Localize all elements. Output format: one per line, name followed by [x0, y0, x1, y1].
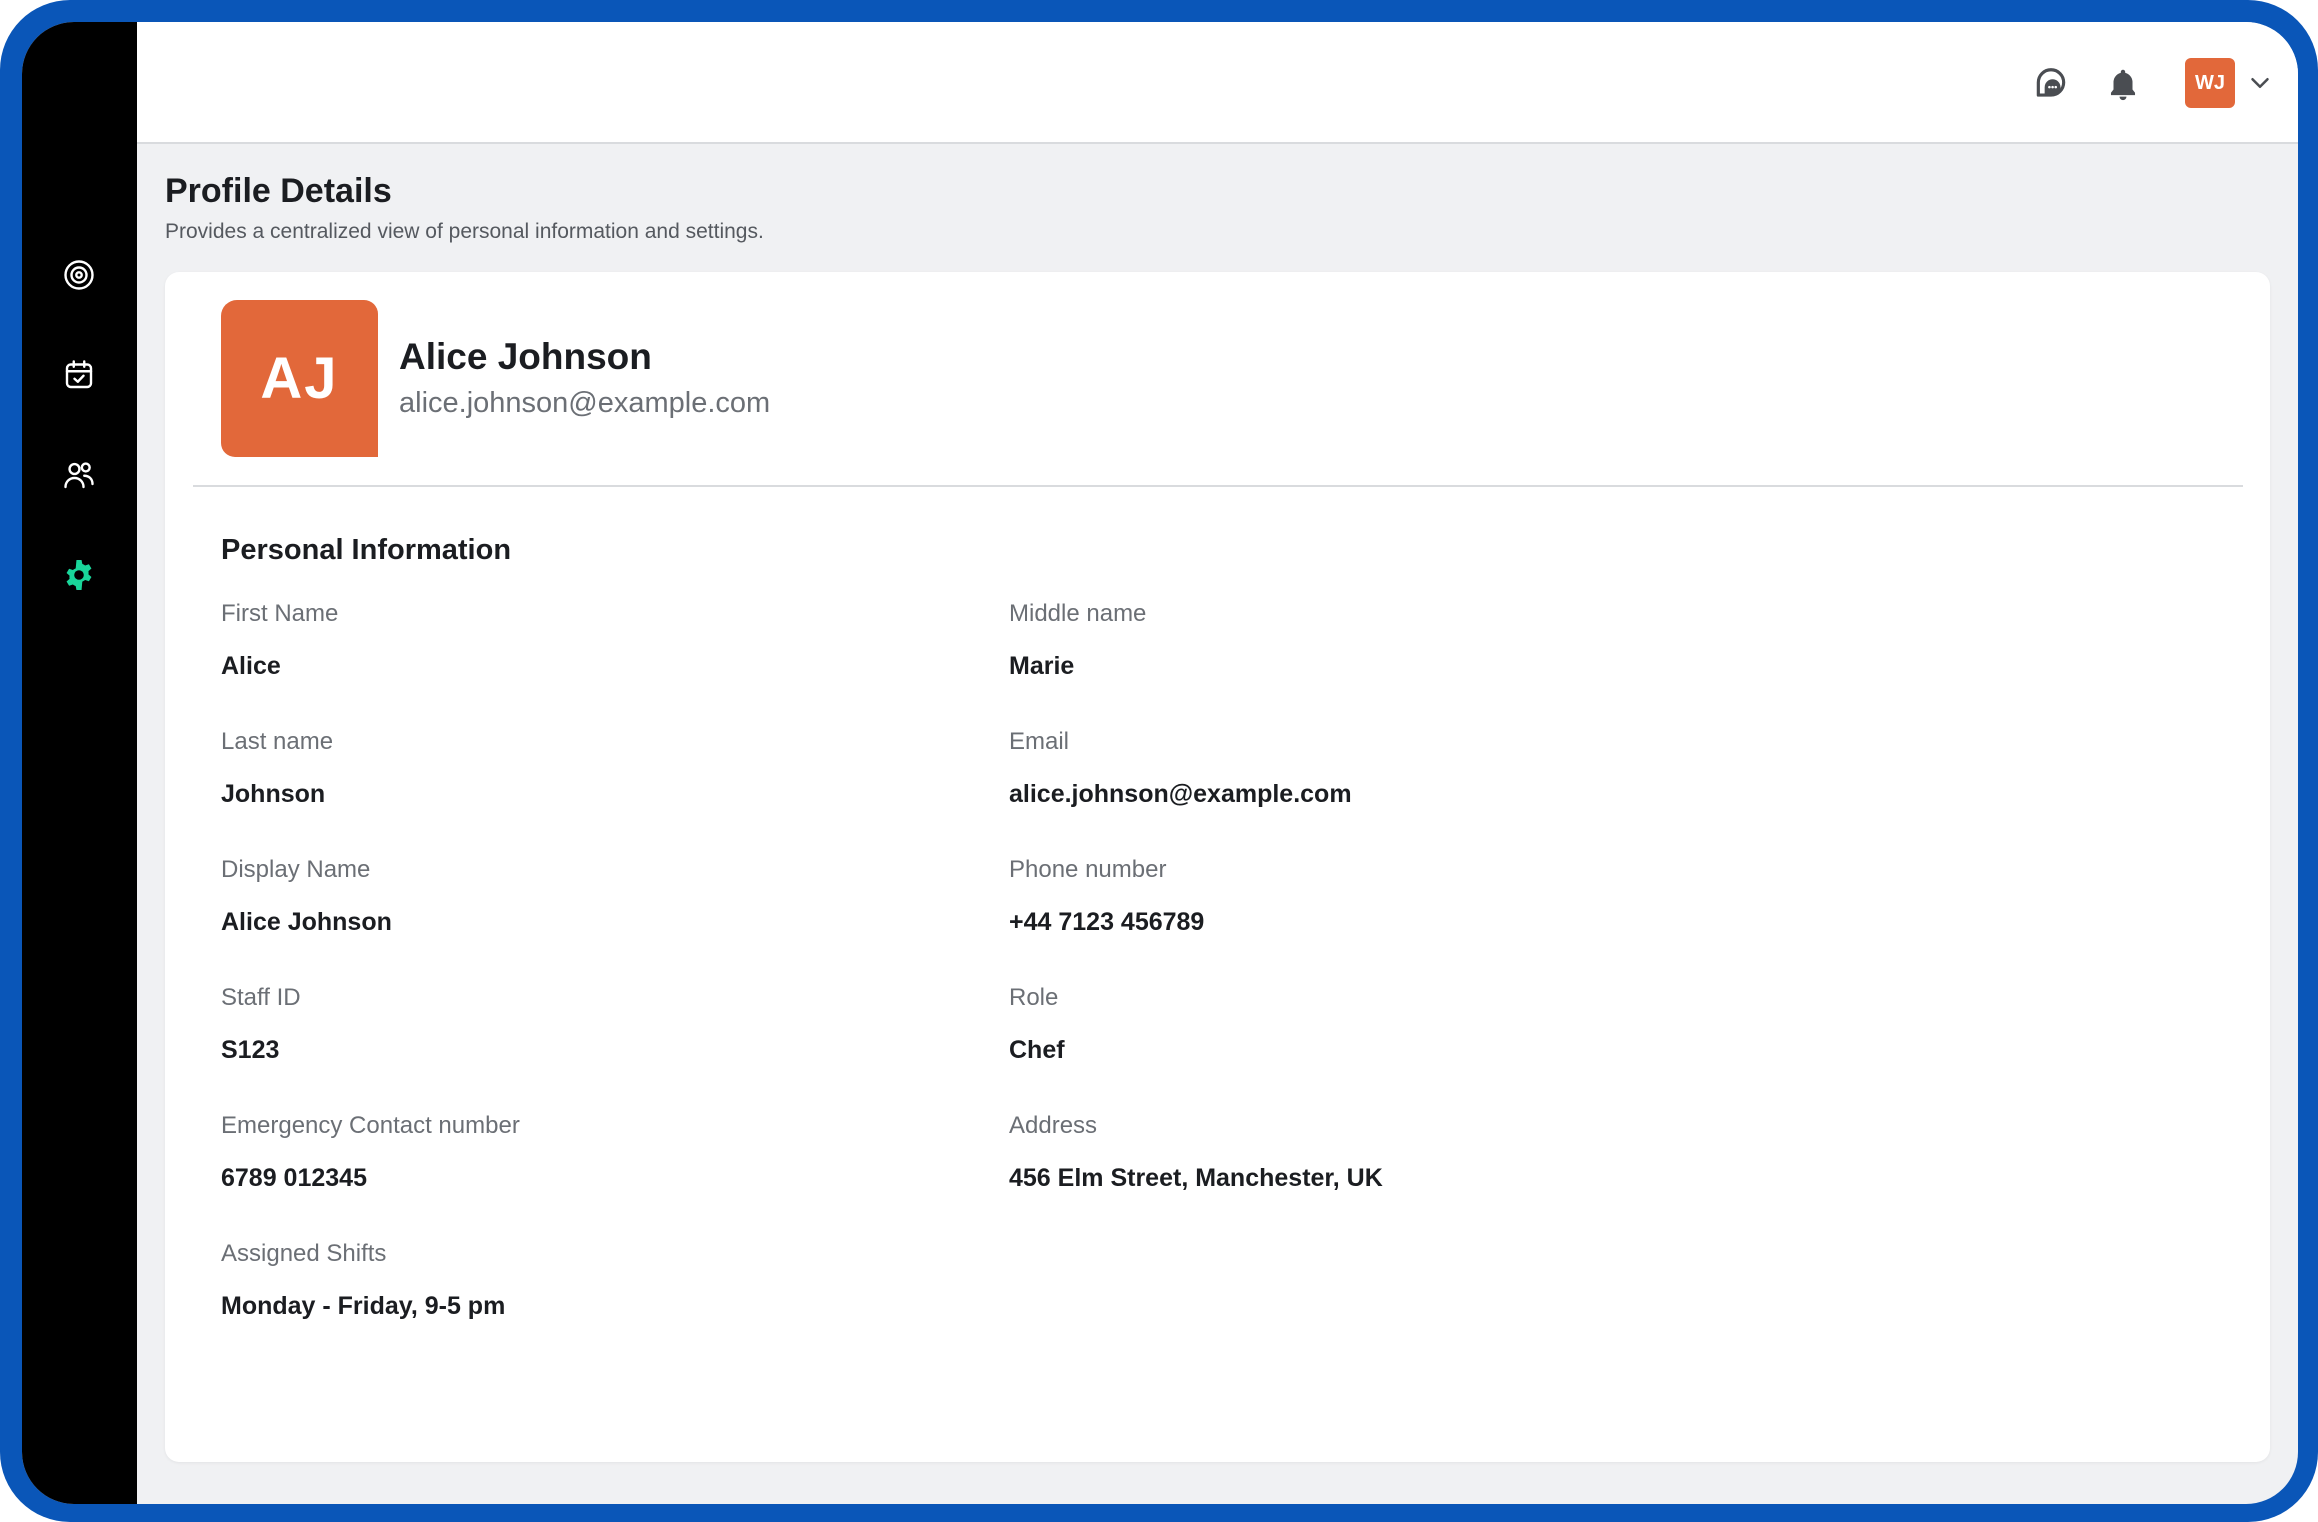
- page-subtitle: Provides a centralized view of personal …: [165, 220, 764, 243]
- app-screen: WJ Profile Details Provides a centralize…: [22, 22, 2298, 1504]
- gear-icon: [66, 560, 92, 590]
- profile-avatar: AJ: [221, 300, 378, 457]
- field-label: First Name: [221, 600, 339, 627]
- sidebar-item-calendar[interactable]: [56, 352, 102, 398]
- profile-name: Alice Johnson: [399, 336, 652, 377]
- field-emergency-contact: Emergency Contact number 6789 012345: [221, 1112, 520, 1193]
- field-middle-name: Middle name Marie: [1009, 600, 1146, 681]
- page-title: Profile Details: [165, 172, 392, 210]
- device-frame: WJ Profile Details Provides a centralize…: [0, 0, 2318, 1522]
- sidebar: [22, 22, 137, 1504]
- chevron-down-icon[interactable]: [2245, 68, 2275, 98]
- sidebar-item-settings[interactable]: [56, 552, 102, 598]
- profile-email: alice.johnson@example.com: [399, 387, 771, 419]
- field-value: Marie: [1009, 652, 1075, 680]
- field-label: Staff ID: [221, 984, 301, 1011]
- field-value: Johnson: [221, 780, 326, 808]
- calendar-check-icon: [65, 360, 93, 389]
- top-bar: WJ: [137, 22, 2298, 144]
- field-value: Monday - Friday, 9-5 pm: [221, 1292, 506, 1320]
- field-first-name: First Name Alice: [221, 600, 338, 681]
- user-avatar[interactable]: WJ: [2185, 58, 2235, 108]
- field-value: Alice: [221, 652, 281, 680]
- profile-card: AJ Alice Johnson alice.johnson@example.c…: [165, 272, 2270, 1462]
- field-label: Assigned Shifts: [221, 1240, 387, 1267]
- field-staff-id: Staff ID S123: [221, 984, 301, 1065]
- chat-button[interactable]: [2029, 62, 2073, 106]
- target-gear-icon: [64, 260, 94, 290]
- field-label: Address: [1009, 1112, 1098, 1139]
- sidebar-item-dashboard[interactable]: [56, 252, 102, 298]
- field-value: +44 7123 456789: [1009, 908, 1205, 936]
- main-content: WJ Profile Details Provides a centralize…: [137, 22, 2298, 1504]
- field-address: Address 456 Elm Street, Manchester, UK: [1009, 1112, 1383, 1193]
- field-value: Chef: [1009, 1036, 1065, 1064]
- field-value: 6789 012345: [221, 1164, 367, 1192]
- sidebar-item-team[interactable]: [56, 452, 102, 498]
- field-value: alice.johnson@example.com: [1009, 780, 1352, 808]
- field-label: Middle name: [1009, 600, 1147, 627]
- field-label: Email: [1009, 728, 1070, 755]
- field-label: Display Name: [221, 856, 371, 883]
- field-value: Alice Johnson: [221, 908, 392, 936]
- users-icon: [64, 462, 94, 489]
- field-value: S123: [221, 1036, 280, 1064]
- chat-bubble-icon: [2036, 68, 2066, 97]
- bell-icon: [2110, 69, 2136, 101]
- field-label: Last name: [221, 728, 334, 755]
- field-value: 456 Elm Street, Manchester, UK: [1009, 1164, 1383, 1192]
- field-label: Role: [1009, 984, 1059, 1011]
- field-phone-number: Phone number +44 7123 456789: [1009, 856, 1204, 937]
- divider: [193, 485, 2243, 487]
- field-last-name: Last name Johnson: [221, 728, 333, 809]
- field-display-name: Display Name Alice Johnson: [221, 856, 392, 937]
- field-email: Email alice.johnson@example.com: [1009, 728, 1352, 809]
- field-role: Role Chef: [1009, 984, 1065, 1065]
- field-label: Phone number: [1009, 856, 1167, 883]
- section-title: Personal Information: [221, 534, 512, 566]
- field-label: Emergency Contact number: [221, 1112, 520, 1139]
- field-assigned-shifts: Assigned Shifts Monday - Friday, 9-5 pm: [221, 1240, 505, 1321]
- notifications-button[interactable]: [2101, 62, 2145, 106]
